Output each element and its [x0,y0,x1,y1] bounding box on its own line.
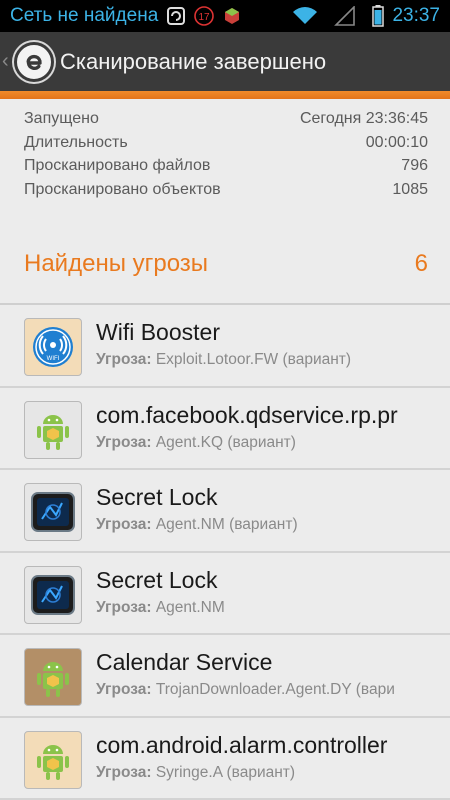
threat-app-name: Wifi Booster [96,319,220,345]
wifi-booster-app-icon: WIFI [24,318,82,376]
threat-prefix: Угроза: [96,681,152,698]
threat-list-item[interactable]: Secret Lock Угроза: Agent.NM [0,553,450,635]
threat-app-name: com.facebook.qdservice.rp.pr [96,401,398,428]
action-bar: ‹ Сканирование завершено [0,32,450,91]
stat-label: Запущено [24,110,99,127]
threat-list: WIFI Wifi Booster Угроза: Exploit.Lotoor… [0,305,450,800]
android-icon [24,648,82,706]
stat-value: 796 [401,157,428,174]
threat-list-item[interactable]: com.facebook.qdservice.rp.pr Угроза: Age… [0,388,450,470]
threat-name: Agent.KQ (вариант) [155,433,296,451]
wifi-signal-icon [292,7,318,25]
accent-divider [0,91,450,99]
threat-app-name: Calendar Service [96,649,273,675]
threat-prefix: Угроза: [96,763,152,781]
notification-count: 17 [199,12,211,23]
eset-logo[interactable] [14,41,54,82]
android-icon [24,400,82,459]
threat-detail: Угроза: Agent.NM [96,599,225,617]
page-title: Сканирование завершено [60,48,327,74]
threat-detail: Угроза: Syringe.A (вариант) [96,764,295,782]
battery-icon [372,5,385,27]
eset-logo-icon [26,54,42,70]
sync-icon [166,7,186,25]
threats-found-label: Найдены угрозы [24,250,209,277]
stat-value: 00:00:10 [365,133,428,151]
lock-icon [24,483,82,541]
threat-prefix: Угроза: [96,516,152,533]
threat-app-name: Secret Lock [96,484,218,510]
stat-label: Длительность [24,133,128,151]
threat-detail: Угроза: Agent.KQ (вариант) [96,434,296,452]
network-status-text: Сеть не найдена [10,5,159,26]
back-chevron-icon[interactable]: ‹ [2,50,12,73]
threat-list-item[interactable]: com.android.alarm.controller Угроза: Syr… [0,718,450,800]
threat-list-item[interactable]: Secret Lock Угроза: Agent.NM (вариант) [0,470,450,553]
stat-label: Просканировано объектов [24,180,221,198]
stat-duration: Длительность 00:00:10 [24,134,428,158]
threat-name: Agent.NM [155,598,225,616]
threat-detail: Угроза: TrojanDownloader.Agent.DY (вари [96,681,395,699]
svg-text:WIFI: WIFI [47,356,60,362]
app-notification-icon [222,7,242,25]
stat-files: Просканировано файлов 796 [24,157,428,181]
cell-signal-icon [334,6,356,26]
stat-started: Запущено Сегодня 23:36:45 [24,110,428,134]
threat-list-item[interactable]: WIFI Wifi Booster Угроза: Exploit.Lotoor… [0,305,450,388]
threat-detail: Угроза: Agent.NM (вариант) [96,516,298,534]
scan-stats: Запущено Сегодня 23:36:45 Длительность 0… [24,110,428,204]
threat-prefix: Угроза: [96,351,152,368]
threat-detail: Угроза: Exploit.Lotoor.FW (вариант) [96,351,351,369]
status-bar: Сеть не найдена 17 23:37 [0,0,450,32]
lock-icon [24,565,82,624]
notification-count-icon: 17 [194,6,215,26]
threat-name: Exploit.Lotoor.FW (вариант) [155,351,352,368]
threat-name: Agent.NM (вариант) [155,516,298,533]
threats-found-count: 6 [414,250,428,277]
clock: 23:37 [392,5,440,26]
threat-prefix: Угроза: [96,598,152,616]
threat-name: TrojanDownloader.Agent.DY (вари [155,681,395,698]
threat-name: Syringe.A (вариант) [155,763,296,781]
threats-found-header: Найдены угрозы 6 [24,250,428,278]
threat-app-name: com.android.alarm.controller [96,731,388,758]
stat-objects: Просканировано объектов 1085 [24,181,428,205]
threat-prefix: Угроза: [96,433,152,451]
stat-value: 1085 [392,180,428,198]
stat-value: Сегодня 23:36:45 [299,110,428,127]
android-icon [24,730,82,789]
threat-list-item[interactable]: Calendar Service Угроза: TrojanDownloade… [0,635,450,718]
threat-app-name: Secret Lock [96,566,218,593]
stat-label: Просканировано файлов [24,157,211,174]
